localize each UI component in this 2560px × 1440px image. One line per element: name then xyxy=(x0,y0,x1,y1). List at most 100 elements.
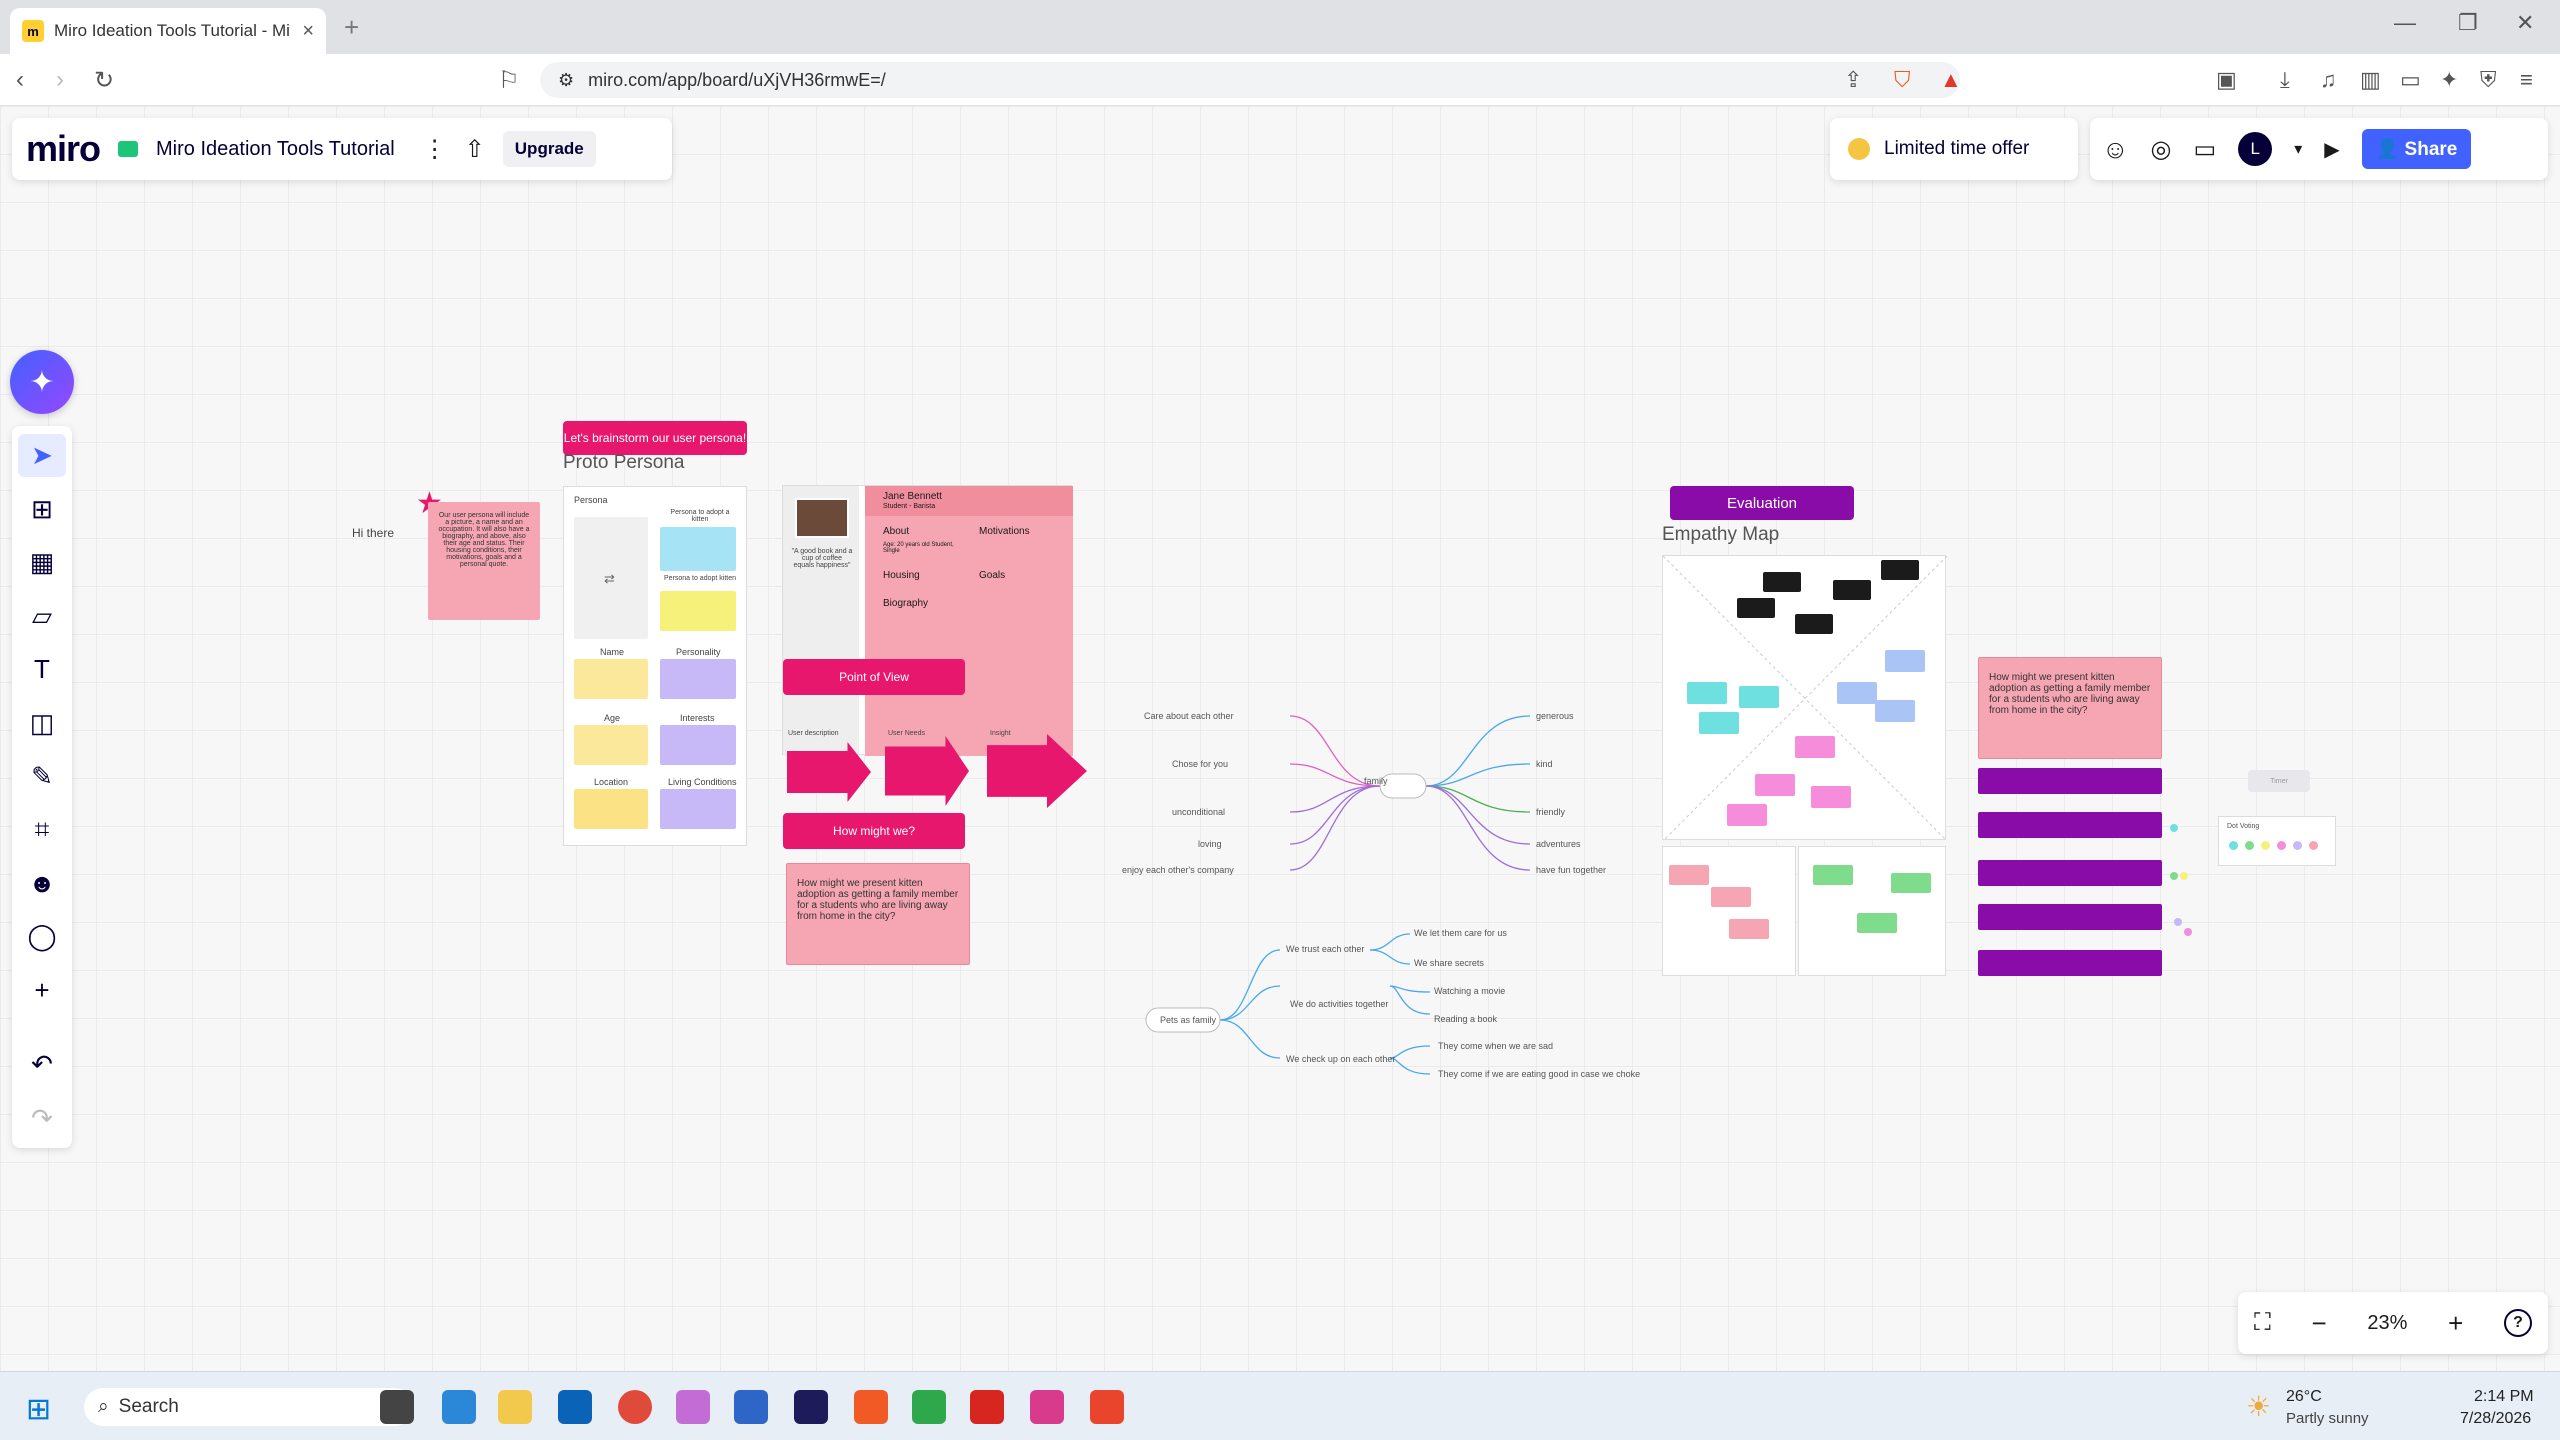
forward-icon[interactable]: › xyxy=(56,66,64,94)
clock-time[interactable]: 2:14 PM xyxy=(2474,1388,2534,1406)
sticky-cyan-1[interactable] xyxy=(1687,682,1727,704)
sticky-purple-personality[interactable] xyxy=(660,659,736,699)
more-tools-icon[interactable]: + xyxy=(18,969,66,1012)
comments-icon[interactable]: ◎ xyxy=(2151,135,2172,164)
sticky-pink-e2[interactable] xyxy=(1755,774,1795,796)
board-title[interactable]: Miro Ideation Tools Tutorial xyxy=(156,138,395,161)
reactions-icon[interactable]: ☺ xyxy=(2102,134,2129,165)
proto-persona-title[interactable]: Proto Persona xyxy=(563,452,684,474)
select-tool-icon[interactable]: ➤ xyxy=(18,434,66,478)
point-of-view-banner[interactable]: Point of View xyxy=(783,659,965,695)
bookmark-icon[interactable]: ⚐ xyxy=(498,66,520,95)
weather-temp[interactable]: 26°C xyxy=(2286,1388,2322,1406)
templates-icon[interactable]: ⊞ xyxy=(18,487,66,530)
frame-icon[interactable]: ⌗ xyxy=(18,808,66,851)
sticky-yellow-location[interactable] xyxy=(574,789,648,829)
menu-icon[interactable]: ≡ xyxy=(2520,67,2533,93)
text-tool-icon[interactable]: T xyxy=(18,648,66,691)
sticky-blue-e3[interactable] xyxy=(1875,700,1915,722)
comment-icon[interactable]: ◯ xyxy=(18,915,66,958)
purple-note-3[interactable] xyxy=(1978,860,2162,886)
weather-desc[interactable]: Partly sunny xyxy=(2286,1410,2369,1427)
purple-note-1[interactable] xyxy=(1978,768,2162,794)
undo-icon[interactable]: ↶ xyxy=(18,1043,66,1086)
how-might-we-banner[interactable]: How might we? xyxy=(783,813,965,849)
sidebar-icon[interactable]: ▥ xyxy=(2360,67,2381,93)
sticky-blue-e2[interactable] xyxy=(1837,682,1877,704)
shapes-icon[interactable]: ◫ xyxy=(18,701,66,744)
hmw-sticky-2[interactable]: How might we present kitten adoption as … xyxy=(1978,657,2162,759)
sticky-gain-3[interactable] xyxy=(1857,913,1897,933)
zoom-out-icon[interactable]: − xyxy=(2312,1308,2327,1339)
sticky-yellow-age[interactable] xyxy=(574,725,648,765)
timer-widget[interactable]: Timer xyxy=(2248,770,2310,792)
weather-icon[interactable]: ☀ xyxy=(2246,1390,2271,1423)
address-bar[interactable]: ⚙ miro.com/app/board/uXjVH36rmwE=/ xyxy=(540,62,1960,98)
windows-start-icon[interactable]: ⊞ xyxy=(26,1392,51,1427)
new-tab-icon[interactable]: + xyxy=(344,12,359,43)
presentation-play-icon[interactable]: ▶ xyxy=(2324,137,2339,162)
sticky-black-3[interactable] xyxy=(1881,560,1919,580)
notepad-icon[interactable] xyxy=(734,1390,768,1424)
zoom-in-icon[interactable]: + xyxy=(2448,1308,2463,1339)
news-icon[interactable] xyxy=(442,1390,476,1424)
intro-sticky-note[interactable]: Our user persona will include a picture,… xyxy=(428,502,540,620)
sticky-yellow-1[interactable] xyxy=(660,591,736,631)
limited-offer-panel[interactable]: Limited time offer xyxy=(1830,118,2078,180)
close-icon[interactable]: × xyxy=(302,20,314,43)
sticky-note-icon[interactable]: ▱ xyxy=(18,594,66,637)
window-close-icon[interactable]: ✕ xyxy=(2516,10,2534,36)
sticky-black-4[interactable] xyxy=(1737,598,1775,618)
persona-card[interactable]: "A good book and a cup of coffee equals … xyxy=(782,485,1073,756)
sticky-pink-e1[interactable] xyxy=(1795,736,1835,758)
more-options-icon[interactable]: ⋮ xyxy=(423,135,447,164)
sticky-pink-e4[interactable] xyxy=(1727,804,1767,826)
sticky-black-1[interactable] xyxy=(1763,572,1801,592)
share-page-icon[interactable]: ⇪ xyxy=(1844,67,1862,93)
purple-note-5[interactable] xyxy=(1978,950,2162,976)
help-icon[interactable]: ? xyxy=(2503,1309,2532,1337)
back-icon[interactable]: ‹ xyxy=(16,66,24,94)
sticky-purple-living[interactable] xyxy=(660,789,736,829)
empathy-map-frame[interactable] xyxy=(1662,555,1947,841)
fit-to-screen-icon[interactable]: ⛶ xyxy=(2254,1309,2271,1337)
board-canvas[interactable]: miro Miro Ideation Tools Tutorial ⋮ ⇧ Up… xyxy=(0,106,2560,1371)
hi-there-text[interactable]: Hi there xyxy=(352,526,394,540)
sticky-cyan-2[interactable] xyxy=(1739,686,1779,708)
taskbar-search[interactable]: ⌕ Search xyxy=(84,1388,414,1426)
minimize-icon[interactable]: — xyxy=(2394,10,2416,36)
chevron-down-icon[interactable]: ▾ xyxy=(2294,139,2302,159)
premiere-icon[interactable] xyxy=(794,1390,828,1424)
brave-rewards-icon[interactable]: ▲ xyxy=(1940,67,1962,93)
sticky-pain-2[interactable] xyxy=(1711,887,1751,907)
brave-icon[interactable] xyxy=(854,1390,888,1424)
browser-tab[interactable]: m Miro Ideation Tools Tutorial - Mi × xyxy=(10,8,326,54)
stickers-icon[interactable]: ☻ xyxy=(18,862,66,905)
clock-date[interactable]: 7/28/2026 xyxy=(2460,1410,2531,1428)
ai-assist-icon[interactable]: ✦ xyxy=(10,350,74,414)
sticky-cyan-3[interactable] xyxy=(1699,712,1739,734)
canva-icon[interactable] xyxy=(1090,1390,1124,1424)
sticky-blue-1[interactable] xyxy=(660,527,736,571)
store-icon[interactable] xyxy=(558,1390,592,1424)
instagram-icon[interactable] xyxy=(676,1390,710,1424)
export-icon[interactable]: ⇧ xyxy=(465,135,485,164)
chrome-icon[interactable] xyxy=(618,1390,652,1424)
leo-ai-icon[interactable]: ✦ xyxy=(2440,67,2458,93)
zoom-level[interactable]: 23% xyxy=(2367,1312,2407,1335)
dot-voting-widget[interactable]: Dot Voting xyxy=(2218,816,2336,866)
redo-icon[interactable]: ↷ xyxy=(18,1097,66,1140)
sticky-black-5[interactable] xyxy=(1795,614,1833,634)
task-view-icon[interactable] xyxy=(380,1390,414,1424)
sticky-gain-2[interactable] xyxy=(1891,873,1931,893)
hmw-sticky-1[interactable]: How might we present kitten adoption as … xyxy=(786,863,970,965)
restore-icon[interactable]: ❐ xyxy=(2458,10,2478,36)
file-explorer-icon[interactable] xyxy=(498,1390,532,1424)
pen-icon[interactable]: ✎ xyxy=(18,755,66,798)
share-button[interactable]: 👤 Share xyxy=(2361,129,2472,169)
miro-logo[interactable]: miro xyxy=(26,128,101,170)
acrobat-icon[interactable] xyxy=(970,1390,1004,1424)
sticky-yellow-name[interactable] xyxy=(574,659,648,699)
purple-note-2[interactable] xyxy=(1978,812,2162,838)
pains-frame[interactable] xyxy=(1662,846,1796,976)
